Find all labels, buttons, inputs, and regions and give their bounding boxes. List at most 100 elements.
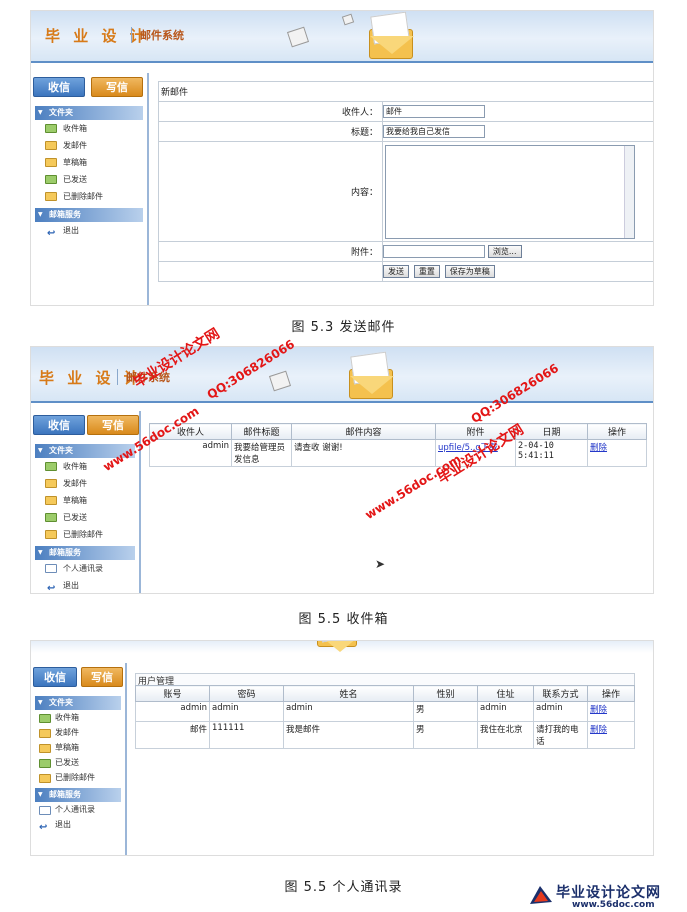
browse-button[interactable]: 浏览... [487,245,522,258]
col-header: 姓名 [283,685,414,702]
sidebar-item-sent[interactable]: 已发送 [31,755,125,770]
envelope-icon [369,29,414,59]
sidebar-item-label: 个人通讯录 [63,564,103,573]
caption-fig-5-3: 图 5.3 发送邮件 [291,320,396,335]
cell-sender: admin [149,439,232,467]
mouse-cursor-icon: ➤ [375,557,386,571]
cell-contact: 请打我的电话 [533,721,588,749]
cell-date: 2-04-10 5:41:11 [515,439,588,467]
sidebar-item-sent[interactable]: 已发送 [31,509,139,526]
compose-form: 新邮件 收件人： 邮件 标题： 我要给我自己发信 内容： 附件： 浏览... 发… [158,81,653,282]
recipient-input[interactable]: 邮件 [383,105,485,118]
cell-action: 删除 [587,701,635,722]
sidebar-item-label: 已发送 [63,513,87,522]
folder-icon [45,462,57,471]
screenshot-contacts: 收信 写信 文件夹 收件箱 发邮件 草稿箱 已发送 已删除邮件 邮箱服务 个人通… [30,640,654,856]
panel-title: 用户管理 [135,673,635,687]
sidebar-item-contacts[interactable]: 个人通讯录 [31,560,139,577]
form-title: 新邮件 [158,81,653,102]
send-button[interactable]: 发送 [383,265,409,278]
delete-link[interactable]: 删除 [590,725,607,735]
write-button[interactable]: 写信 [87,415,139,435]
sidebar-item-deleted[interactable]: 已删除邮件 [31,188,147,205]
folder-icon [45,158,57,167]
sidebar-item-compose[interactable]: 发邮件 [31,475,139,492]
subject-input[interactable]: 我要给我自己发信 [383,125,485,138]
cell-gender: 男 [413,701,478,722]
subject-label: 标题： [158,121,383,142]
inbox-button[interactable]: 收信 [33,77,85,97]
inbox-button[interactable]: 收信 [33,667,77,687]
cell-address: admin [477,701,534,722]
write-button[interactable]: 写信 [81,667,123,687]
sidebar-item-sent[interactable]: 已发送 [31,171,147,188]
sidebar-item-logout[interactable]: ↩ 退出 [31,577,139,593]
folder-icon [45,175,57,184]
folder-icon [39,714,51,723]
sidebar-item-label: 已发送 [55,758,79,767]
inbox-button[interactable]: 收信 [33,415,85,435]
col-header: 操作 [587,423,647,440]
services-section[interactable]: 邮箱服务 [35,788,121,802]
footer-site-url: www.56doc.com [572,900,655,910]
services-section[interactable]: 邮箱服务 [35,208,143,222]
folder-icon [45,124,57,133]
sidebar-item-deleted[interactable]: 已删除邮件 [31,770,125,785]
folders-section[interactable]: 文件夹 [35,106,143,120]
sidebar-item-label: 草稿箱 [63,158,87,167]
scrollbar[interactable] [624,145,634,238]
sidebar-item-compose[interactable]: 发邮件 [31,137,147,154]
save-draft-button[interactable]: 保存为草稿 [444,265,495,278]
envelope-icon [349,369,394,399]
cell-password: 111111 [209,721,284,749]
sidebar-item-logout[interactable]: ↩ 退出 [31,817,125,833]
sidebar-item-label: 草稿箱 [63,496,87,505]
sidebar-item-label: 退出 [55,820,71,829]
sidebar-item-compose[interactable]: 发邮件 [31,725,125,740]
sidebar-item-label: 草稿箱 [55,743,79,752]
footer-logo: 毕业设计论文网 www.56doc.com [528,880,678,910]
sidebar-item-label: 已删除邮件 [63,530,103,539]
sidebar-item-inbox[interactable]: 收件箱 [31,710,125,725]
inbox-table: 收件人 邮件标题 邮件内容 附件 日期 操作 admin 我要给管理员发信息 请… [149,423,647,467]
sidebar-item-label: 退出 [63,581,79,590]
folder-icon [45,479,57,488]
sidebar-item-drafts[interactable]: 草稿箱 [31,492,139,509]
attach-input[interactable] [383,245,485,258]
letter-icon [341,13,355,26]
folder-icon [45,513,57,522]
cell-content: 请查收 谢谢! [291,439,436,467]
delete-link[interactable]: 删除 [590,443,607,453]
content-textarea[interactable] [385,144,635,239]
folders-section[interactable]: 文件夹 [35,696,121,710]
sidebar-item-label: 收件箱 [63,124,87,133]
col-header: 操作 [587,685,635,702]
sidebar-item-label: 发邮件 [55,728,79,737]
cell-password: admin [209,701,284,722]
letter-icon [268,370,292,392]
folder-icon [39,759,51,768]
folder-icon [39,774,51,783]
sidebar-item-label: 发邮件 [63,141,87,150]
delete-link[interactable]: 删除 [590,705,607,715]
table-row[interactable]: 邮件 111111 我是邮件 男 我住在北京 请打我的电话 删除 [135,721,635,749]
table-row[interactable]: admin admin admin 男 admin admin 删除 [135,701,635,722]
sidebar-item-drafts[interactable]: 草稿箱 [31,154,147,171]
sidebar-item-deleted[interactable]: 已删除邮件 [31,526,139,543]
cell-name: admin [283,701,414,722]
folder-icon [39,744,51,753]
col-header: 性别 [413,685,478,702]
sidebar-item-label: 收件箱 [55,713,79,722]
sidebar-item-logout[interactable]: ↩ 退出 [31,222,147,239]
table-row[interactable]: admin 我要给管理员发信息 请查收 谢谢! upfile/5..g下载 2-… [149,439,647,467]
header-system-name: 邮件系统 [131,27,184,43]
reset-button[interactable]: 重置 [413,265,440,278]
write-button[interactable]: 写信 [91,77,143,97]
sidebar-item-drafts[interactable]: 草稿箱 [31,740,125,755]
services-section[interactable]: 邮箱服务 [35,546,135,560]
sidebar-item-contacts[interactable]: 个人通讯录 [31,802,125,817]
letter-icon [286,26,310,48]
sidebar-item-label: 已发送 [63,175,87,184]
sidebar-item-inbox[interactable]: 收件箱 [31,120,147,137]
logout-icon: ↩ [39,822,48,833]
